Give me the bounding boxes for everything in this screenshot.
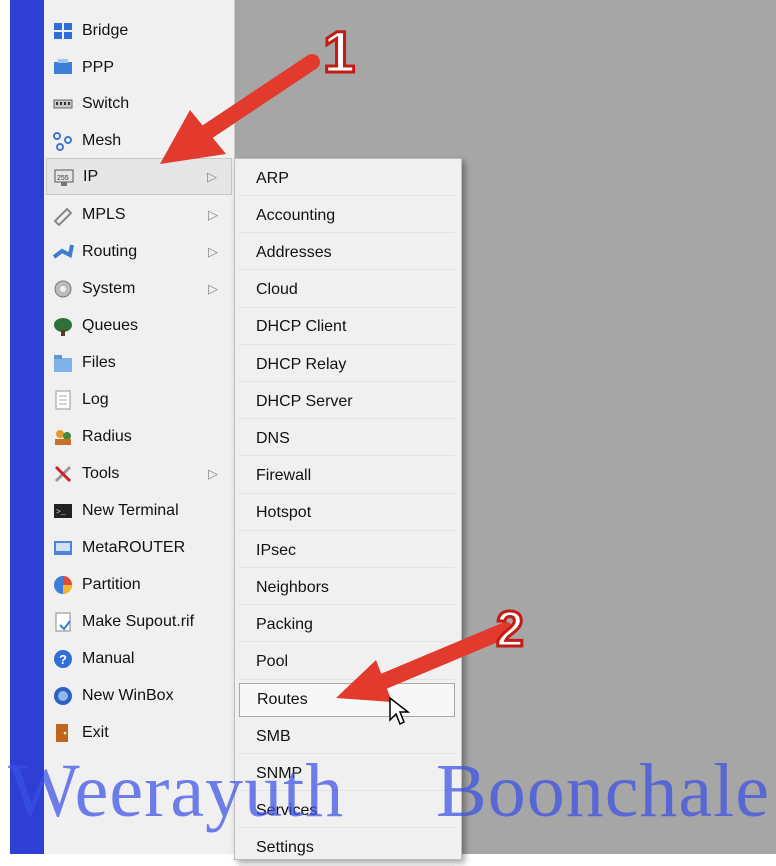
menu-item-new-terminal[interactable]: >_ New Terminal: [46, 492, 232, 529]
exit-icon: [52, 722, 74, 744]
ppp-icon: [52, 57, 74, 79]
submenu-item-label: Settings: [256, 839, 314, 857]
menu-item-label: PPP: [82, 58, 115, 76]
annotation-number-1: 1: [323, 20, 355, 85]
menu-item-files[interactable]: Files: [46, 344, 232, 381]
submenu-item-label: DNS: [256, 429, 290, 447]
annotation-arrow-2: 2: [336, 600, 525, 702]
menu-item-exit[interactable]: Exit: [46, 714, 232, 751]
submenu-item-firewall[interactable]: Firewall: [239, 460, 455, 494]
mouse-cursor-icon: [389, 696, 410, 726]
radius-icon: [52, 426, 74, 448]
submenu-item-hotspot[interactable]: Hotspot: [239, 497, 455, 531]
menu-item-label: New WinBox: [82, 686, 174, 704]
annotation-number-2: 2: [496, 601, 524, 657]
left-blue-strip: [0, 0, 44, 854]
help-icon: ?: [52, 648, 74, 670]
submenu-item-label: Pool: [256, 653, 289, 671]
submenu-item-label: Addresses: [256, 243, 332, 261]
menu-item-label: System: [82, 279, 136, 297]
menu-item-label: IP: [83, 167, 99, 185]
menu-item-label: Radius: [82, 427, 132, 445]
submenu-item-label: SMB: [256, 727, 291, 745]
submenu-item-label: Routes: [257, 690, 308, 708]
submenu-item-label: DHCP Client: [256, 318, 347, 336]
metarouter-icon: [52, 537, 74, 559]
svg-text:>_: >_: [56, 508, 66, 517]
partition-icon: [52, 574, 74, 596]
menu-item-label: Tools: [82, 464, 120, 482]
supout-icon: [52, 611, 74, 633]
menu-item-metarouter[interactable]: MetaROUTER: [46, 529, 232, 566]
submenu-item-label: Firewall: [256, 467, 312, 485]
queues-icon: [52, 315, 74, 337]
submenu-arrow-icon: ▷: [208, 206, 218, 222]
menu-item-make-supout-rif[interactable]: Make Supout.rif: [46, 603, 232, 640]
submenu-item-label: Cloud: [256, 281, 298, 299]
menu-item-queues[interactable]: Queues: [46, 307, 232, 344]
menu-item-label: Files: [82, 353, 116, 371]
menu-item-label: MPLS: [82, 205, 126, 223]
menu-item-label: Routing: [82, 242, 138, 260]
submenu-item-settings[interactable]: Settings: [239, 832, 455, 866]
annotation-arrow-1: 1: [160, 19, 357, 164]
submenu-item-label: Neighbors: [256, 578, 329, 596]
menu-item-label: Partition: [82, 575, 141, 593]
menu-item-label: Make Supout.rif: [82, 612, 195, 630]
submenu-arrow-icon: ▷: [208, 465, 218, 481]
svg-text:?: ?: [59, 652, 67, 667]
mesh-icon: [52, 130, 74, 152]
log-icon: [52, 389, 74, 411]
menu-item-partition[interactable]: Partition: [46, 566, 232, 603]
menu-item-tools[interactable]: Tools ▷: [46, 455, 232, 492]
submenu-item-label: Packing: [256, 615, 313, 633]
winbox-icon: [52, 685, 74, 707]
menu-item-label: New Terminal: [82, 501, 179, 519]
files-icon: [52, 352, 74, 374]
switch-icon: [52, 93, 74, 115]
menu-item-label: Exit: [82, 723, 109, 741]
bridge-icon: [52, 20, 74, 42]
menu-item-label: Manual: [82, 649, 135, 667]
svg-text:255: 255: [57, 175, 69, 182]
submenu-item-accounting[interactable]: Accounting: [239, 199, 455, 234]
submenu-arrow-icon: ▷: [208, 280, 218, 296]
terminal-icon: >_: [52, 500, 74, 522]
mpls-icon: [52, 204, 74, 226]
submenu-item-dhcp-relay[interactable]: DHCP Relay: [239, 348, 455, 382]
menu-item-label: MetaROUTER: [82, 538, 186, 556]
routing-icon: [52, 241, 74, 263]
ip-icon: 255: [53, 166, 75, 188]
menu-item-routing[interactable]: Routing ▷: [46, 233, 232, 270]
tools-icon: [52, 463, 74, 485]
submenu-item-label: DHCP Server: [256, 392, 353, 410]
menu-item-label: Bridge: [82, 21, 129, 39]
submenu-item-cloud[interactable]: Cloud: [239, 274, 455, 308]
submenu-item-dhcp-server[interactable]: DHCP Server: [239, 385, 455, 420]
menu-item-label: Log: [82, 390, 109, 408]
menu-item-log[interactable]: Log: [46, 381, 232, 418]
submenu-arrow-icon: ▷: [208, 243, 218, 259]
menu-item-manual[interactable]: ? Manual: [46, 640, 232, 677]
menu-item-mpls[interactable]: MPLS ▷: [46, 196, 232, 233]
submenu-item-label: Hotspot: [256, 504, 312, 522]
menu-item-system[interactable]: System ▷: [46, 270, 232, 307]
submenu-item-label: DHCP Relay: [256, 355, 347, 373]
menu-item-label: Queues: [82, 316, 139, 334]
submenu-item-ipsec[interactable]: IPsec: [239, 534, 455, 568]
submenu-item-dns[interactable]: DNS: [239, 422, 455, 457]
submenu-item-addresses[interactable]: Addresses: [239, 236, 455, 271]
menu-item-label: Mesh: [82, 131, 122, 149]
submenu-item-label: IPsec: [256, 541, 297, 559]
menu-item-new-winbox[interactable]: New WinBox: [46, 677, 232, 714]
submenu-item-label: Accounting: [256, 206, 336, 224]
submenu-item-dhcp-client[interactable]: DHCP Client: [239, 311, 455, 345]
system-icon: [52, 278, 74, 300]
menu-item-label: Switch: [82, 94, 130, 112]
menu-item-radius[interactable]: Radius: [46, 418, 232, 455]
